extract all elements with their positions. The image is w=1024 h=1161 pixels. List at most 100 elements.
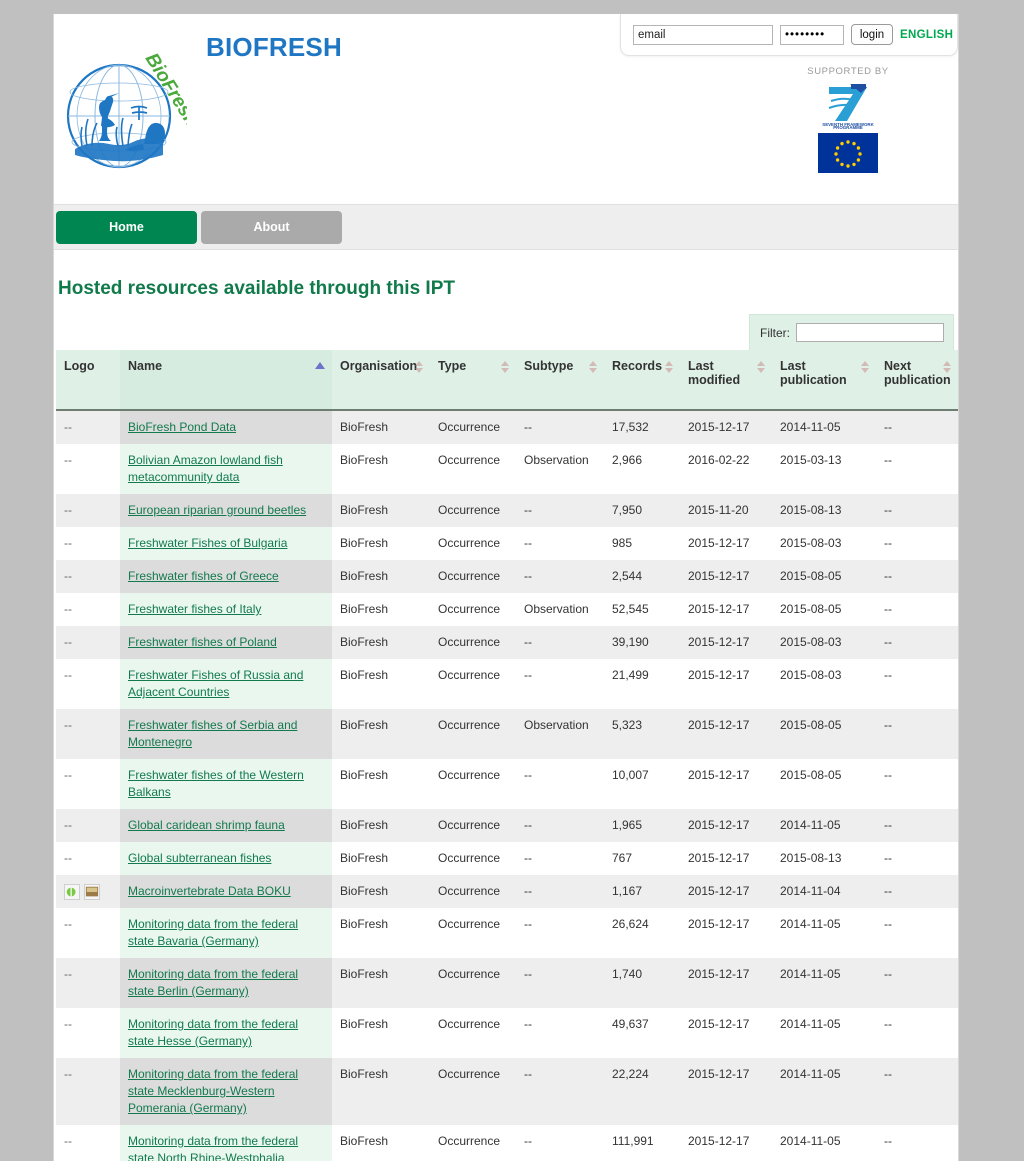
resource-link[interactable]: Monitoring data from the federal state N…	[128, 1134, 298, 1161]
cell-type: Occurrence	[430, 908, 516, 958]
cell-type: Occurrence	[430, 659, 516, 709]
cell-records: 21,499	[604, 659, 680, 709]
resource-link[interactable]: Freshwater fishes of Greece	[128, 569, 279, 583]
cell-last-publication: 2014-11-05	[772, 958, 876, 1008]
logo-placeholder-dash: --	[64, 668, 72, 682]
cell-logo: --	[56, 659, 120, 709]
cell-type: Occurrence	[430, 410, 516, 444]
filter-input[interactable]	[796, 323, 944, 342]
column-header-organisation[interactable]: Organisation	[332, 350, 430, 411]
column-header-logo[interactable]: Logo	[56, 350, 120, 411]
table-row: -- Global subterranean fishes BioFresh Occu…	[56, 842, 958, 875]
cell-next-publication: --	[876, 759, 958, 809]
cell-last-publication: 2014-11-05	[772, 908, 876, 958]
cell-last-modified: 2015-12-17	[680, 527, 772, 560]
resource-link[interactable]: Freshwater fishes of Italy	[128, 602, 261, 616]
resource-link[interactable]: Macroinvertebrate Data BOKU	[128, 884, 291, 898]
language-switch-link[interactable]: ENGLISH	[900, 29, 953, 41]
broken-image-icon	[84, 883, 100, 900]
cell-name: Monitoring data from the federal state N…	[120, 1125, 332, 1161]
resource-link[interactable]: Freshwater fishes of the Western Balkans	[128, 768, 304, 799]
cell-records: 52,545	[604, 593, 680, 626]
resource-link[interactable]: European riparian ground beetles	[128, 503, 306, 517]
cell-last-publication: 2015-08-03	[772, 527, 876, 560]
cell-organisation: BioFresh	[332, 842, 430, 875]
cell-name: Monitoring data from the federal state M…	[120, 1058, 332, 1125]
logo-placeholder-dash: --	[64, 503, 72, 517]
cell-organisation: BioFresh	[332, 593, 430, 626]
column-header-last-publication[interactable]: Last publication	[772, 350, 876, 411]
cell-logo: --	[56, 842, 120, 875]
cell-records: 1,965	[604, 809, 680, 842]
cell-type: Occurrence	[430, 958, 516, 1008]
cell-name: Freshwater fishes of Greece	[120, 560, 332, 593]
table-row: -- Freshwater fishes of Serbia and Monten…	[56, 709, 958, 759]
cell-subtype: Observation	[516, 444, 604, 494]
cell-last-publication: 2015-08-05	[772, 560, 876, 593]
cell-type: Occurrence	[430, 875, 516, 908]
sort-both-icon	[665, 361, 673, 373]
table-row: -- European riparian ground beetles BioFre…	[56, 494, 958, 527]
cell-organisation: BioFresh	[332, 958, 430, 1008]
resource-link[interactable]: Global subterranean fishes	[128, 851, 271, 865]
sort-both-icon	[861, 361, 869, 373]
cell-type: Occurrence	[430, 759, 516, 809]
cell-logo: --	[56, 410, 120, 444]
column-header-subtype[interactable]: Subtype	[516, 350, 604, 411]
nav-tab-about[interactable]: About	[201, 210, 342, 244]
logo-placeholder-dash: --	[64, 818, 72, 832]
broken-image-icon	[64, 883, 80, 900]
cell-last-modified: 2015-12-17	[680, 759, 772, 809]
cell-last-modified: 2015-12-17	[680, 842, 772, 875]
cell-logo: --	[56, 527, 120, 560]
cell-subtype: Observation	[516, 593, 604, 626]
cell-last-modified: 2015-11-20	[680, 494, 772, 527]
resource-link[interactable]: Monitoring data from the federal state H…	[128, 1017, 298, 1048]
cell-organisation: BioFresh	[332, 809, 430, 842]
cell-last-modified: 2015-12-17	[680, 809, 772, 842]
cell-logo: --	[56, 1125, 120, 1161]
resource-link[interactable]: Monitoring data from the federal state M…	[128, 1067, 298, 1115]
logo-placeholder-dash: --	[64, 851, 72, 865]
column-header-type[interactable]: Type	[430, 350, 516, 411]
cell-name: Freshwater fishes of Poland	[120, 626, 332, 659]
cell-name: Monitoring data from the federal state B…	[120, 958, 332, 1008]
resource-link[interactable]: Freshwater Fishes of Russia and Adjacent…	[128, 668, 303, 699]
column-label-records: Records	[612, 359, 663, 373]
resource-link[interactable]: Freshwater fishes of Serbia and Monteneg…	[128, 718, 297, 749]
cell-logo: --	[56, 1008, 120, 1058]
column-label-last-modified: Last modified	[688, 359, 741, 387]
column-header-next-publication[interactable]: Next publication	[876, 350, 958, 411]
login-button[interactable]: login	[851, 24, 893, 45]
cell-last-publication: 2015-08-13	[772, 494, 876, 527]
resource-link[interactable]: Monitoring data from the federal state B…	[128, 917, 298, 948]
cell-name: BioFresh Pond Data	[120, 410, 332, 444]
cell-logo: --	[56, 593, 120, 626]
column-label-next-publication: Next publication	[884, 359, 951, 387]
resources-table: Logo Name Organisation Type Subtype Reco…	[56, 350, 958, 1161]
cell-organisation: BioFresh	[332, 908, 430, 958]
cell-last-modified: 2015-12-17	[680, 593, 772, 626]
nav-tab-home[interactable]: Home	[56, 210, 197, 244]
resource-link[interactable]: Freshwater fishes of Poland	[128, 635, 277, 649]
page-heading: Hosted resources available through this …	[58, 278, 455, 299]
cell-last-publication: 2015-08-05	[772, 759, 876, 809]
resource-link[interactable]: Freshwater Fishes of Bulgaria	[128, 536, 287, 550]
resource-link[interactable]: Bolivian Amazon lowland fish metacommuni…	[128, 453, 283, 484]
logo-placeholder-dash: --	[64, 1067, 72, 1081]
resource-link[interactable]: Global caridean shrimp fauna	[128, 818, 285, 832]
cell-type: Occurrence	[430, 626, 516, 659]
resource-link[interactable]: Monitoring data from the federal state B…	[128, 967, 298, 998]
cell-next-publication: --	[876, 875, 958, 908]
cell-next-publication: --	[876, 1058, 958, 1125]
cell-last-modified: 2015-12-17	[680, 1008, 772, 1058]
cell-type: Occurrence	[430, 709, 516, 759]
password-field[interactable]	[780, 24, 844, 45]
column-header-last-modified[interactable]: Last modified	[680, 350, 772, 411]
column-header-records[interactable]: Records	[604, 350, 680, 411]
sort-both-icon	[943, 361, 951, 373]
column-label-organisation: Organisation	[340, 359, 418, 373]
resource-link[interactable]: BioFresh Pond Data	[128, 420, 236, 434]
email-field[interactable]	[633, 24, 773, 45]
column-header-name[interactable]: Name	[120, 350, 332, 411]
